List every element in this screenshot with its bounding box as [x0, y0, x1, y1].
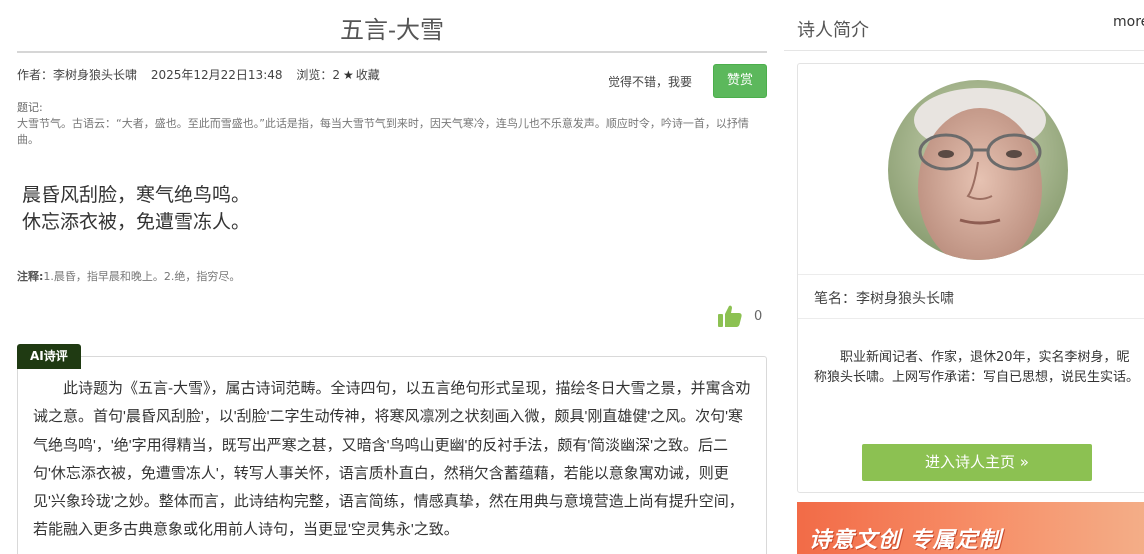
- sidebar-title: 诗人简介: [797, 20, 869, 41]
- poet-portrait: [888, 80, 1068, 260]
- avatar[interactable]: [888, 80, 1068, 260]
- poet-card: 笔名：李树身狼头长啸 职业新闻记者、作家，退休20年，实名李树身，昵称狼头长啸。…: [797, 63, 1144, 493]
- like-button[interactable]: 0: [718, 305, 762, 327]
- poem-body: 晨昏风刮脸，寒气绝鸟鸣。 休忘添衣被，免遭雪冻人。: [22, 182, 250, 236]
- promo-banner[interactable]: 诗意文创 专属定制: [797, 502, 1144, 554]
- author-link[interactable]: 作者：李树身狼头长啸: [17, 68, 137, 82]
- publish-date: 2025年12月22日13:48: [150, 68, 283, 82]
- poet-home-button[interactable]: 进入诗人主页 »: [862, 444, 1092, 481]
- more-link[interactable]: more: [1113, 14, 1144, 30]
- annotation-text: 1.晨昏，指早晨和晚上。2.绝，指穷尽。: [43, 270, 241, 283]
- ai-review-text: 此诗题为《五言-大雪》，属古诗词范畴。全诗四句，以五言绝句形式呈现，描绘冬日大雪…: [17, 356, 767, 554]
- poet-sidebar: 诗人简介 more: [784, 0, 1144, 554]
- annotation: 注释:1.晨昏，指早晨和晚上。2.绝，指穷尽。: [17, 268, 240, 284]
- poem-line: 休忘添衣被，免遭雪冻人。: [22, 212, 251, 233]
- praise-prompt: 觉得不错，我要: [608, 75, 693, 89]
- banner-text: 诗意文创 专属定制: [809, 528, 1002, 553]
- collect-link[interactable]: 收藏: [356, 68, 380, 82]
- poem-panel: 五言-大雪 作者：李树身狼头长啸 2025年12月22日13:48 浏览：2 ★ 收…: [0, 0, 784, 554]
- praise-button[interactable]: 赞赏: [713, 64, 767, 98]
- card-divider: [798, 318, 1144, 319]
- like-count: 0: [754, 308, 763, 324]
- poem-meta: 作者：李树身狼头长啸 2025年12月22日13:48 浏览：2 ★ 收藏: [17, 66, 390, 83]
- page: 五言-大雪 作者：李树身狼头长啸 2025年12月22日13:48 浏览：2 ★ 收…: [0, 0, 1144, 554]
- poem-line: 晨昏风刮脸，寒气绝鸟鸣。: [22, 185, 251, 206]
- poem-title: 五言-大雪: [340, 17, 444, 44]
- star-icon[interactable]: ★: [343, 68, 354, 82]
- note-label: 题记:: [17, 101, 43, 114]
- card-divider: [798, 274, 1144, 275]
- pen-name: 笔名：李树身狼头长啸: [814, 291, 954, 307]
- annotation-label: 注释:: [17, 270, 44, 283]
- title-divider: [17, 51, 767, 53]
- note-text: 大雪节气。古语云：“大者，盛也。至此而雪盛也。”此话是指，每当大雪节气到来时，因…: [17, 117, 749, 146]
- ai-review-badge: AI诗评: [17, 344, 81, 369]
- sidebar-divider: [784, 50, 1144, 51]
- view-count: 浏览：2: [296, 68, 340, 82]
- poet-bio: 职业新闻记者、作家，退休20年，实名李树身，昵称狼头长啸。上网写作承诺：写自已思…: [814, 350, 1140, 385]
- thumbs-up-icon[interactable]: [718, 305, 742, 327]
